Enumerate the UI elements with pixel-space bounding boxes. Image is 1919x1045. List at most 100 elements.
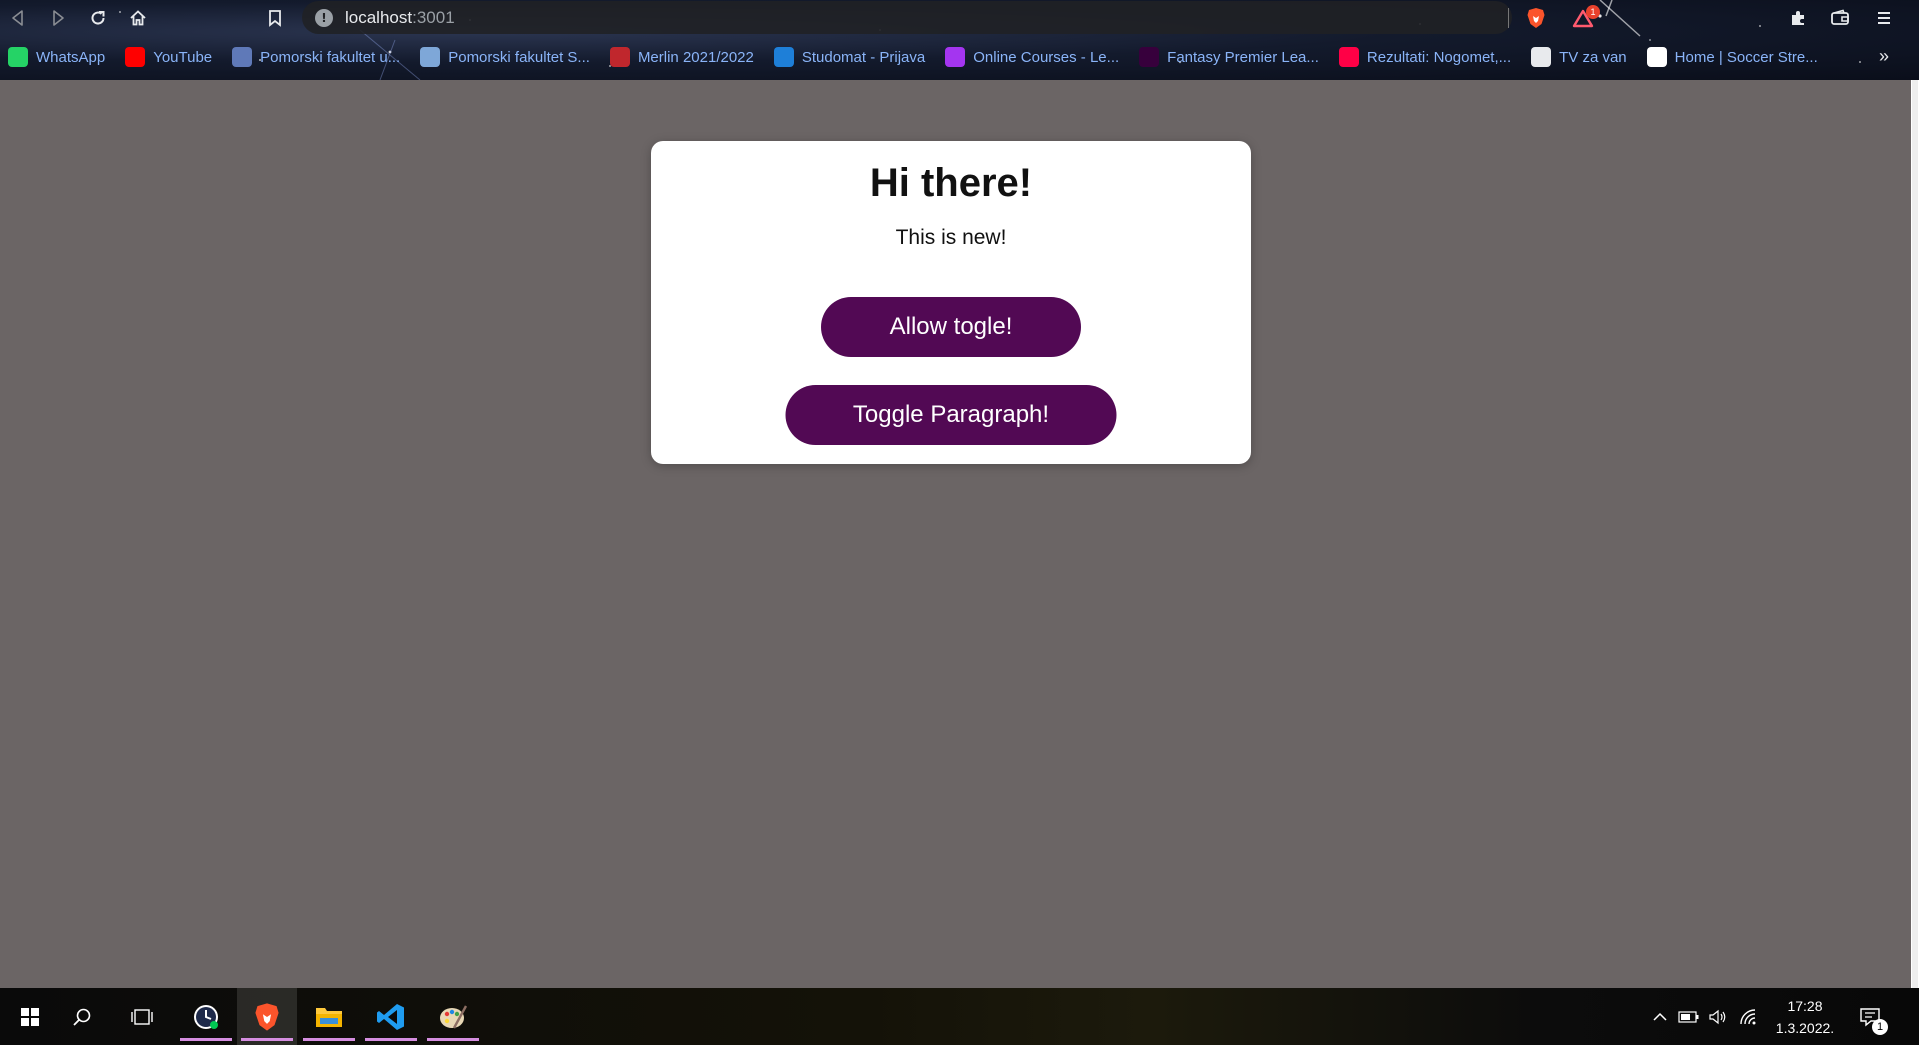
premier-league-icon bbox=[1139, 47, 1160, 67]
windows-taskbar: 17:28 1.3.2022. 1 bbox=[0, 988, 1919, 1045]
site-info-icon[interactable]: ! bbox=[315, 8, 333, 27]
address-bar-divider bbox=[1508, 8, 1509, 28]
running-indicator bbox=[365, 1038, 417, 1041]
bookmark-item[interactable]: Studomat - Prijava bbox=[773, 47, 926, 67]
wifi-icon bbox=[1740, 1008, 1756, 1024]
wallet-button[interactable] bbox=[1826, 4, 1854, 32]
bookmarks-overflow-button[interactable]: » bbox=[1879, 46, 1889, 67]
browser-toolbar: ! localhost:3001 1 bbox=[0, 0, 1919, 36]
extensions-button[interactable] bbox=[1784, 4, 1812, 32]
globe-icon bbox=[420, 47, 441, 67]
folder-icon bbox=[316, 1007, 342, 1027]
main-menu-button[interactable] bbox=[1870, 4, 1898, 32]
youtube-icon bbox=[125, 47, 146, 67]
chevron-up-icon bbox=[1653, 1012, 1667, 1021]
running-indicator bbox=[427, 1038, 479, 1041]
bookmark-label: Merlin 2021/2022 bbox=[637, 48, 754, 66]
allow-toggle-button[interactable]: Allow togle! bbox=[821, 297, 1081, 357]
battery-button[interactable] bbox=[1674, 1010, 1704, 1023]
home-button[interactable] bbox=[124, 4, 152, 32]
windows-logo-icon bbox=[21, 1007, 39, 1026]
reload-icon bbox=[91, 11, 105, 25]
vscode-icon bbox=[377, 1003, 404, 1030]
bookmark-item[interactable]: Home | Soccer Stre... bbox=[1646, 47, 1818, 67]
bookmark-label: Rezultati: Nogomet,... bbox=[1366, 48, 1512, 66]
volume-button[interactable] bbox=[1704, 1009, 1732, 1025]
clock-time: 17:28 bbox=[1787, 998, 1823, 1014]
clock-app-icon bbox=[194, 1004, 218, 1029]
udemy-icon bbox=[945, 47, 966, 67]
network-button[interactable] bbox=[1732, 1008, 1766, 1026]
faculty-icon bbox=[232, 47, 253, 67]
wallet-icon bbox=[1831, 9, 1849, 25]
brave-rewards-button[interactable]: 1 bbox=[1566, 4, 1600, 32]
bookmark-item[interactable]: YouTube bbox=[125, 47, 212, 67]
taskbar-app-explorer[interactable] bbox=[299, 988, 359, 1045]
running-indicator bbox=[241, 1038, 293, 1041]
taskbar-app-brave[interactable] bbox=[237, 988, 297, 1045]
bookmark-label: TV za van bbox=[1559, 48, 1627, 66]
rewards-badge: 1 bbox=[1586, 5, 1600, 19]
running-indicator bbox=[180, 1038, 232, 1041]
bookmark-label: Home | Soccer Stre... bbox=[1674, 48, 1818, 66]
rezultati-icon bbox=[1338, 47, 1359, 67]
address-bar[interactable]: ! localhost:3001 bbox=[302, 1, 1512, 34]
bookmark-label: Pomorski fakultet S... bbox=[448, 48, 590, 66]
bookmark-label: Studomat - Prijava bbox=[801, 48, 926, 66]
studomat-icon bbox=[773, 47, 794, 67]
home-icon bbox=[130, 10, 146, 26]
page-title: Hi there! bbox=[869, 161, 1033, 205]
back-button[interactable] bbox=[4, 4, 32, 32]
bookmark-item[interactable]: WhatsApp bbox=[8, 47, 105, 67]
hamburger-menu-icon bbox=[1878, 12, 1890, 24]
tv-globe-icon bbox=[1531, 47, 1552, 67]
taskbar-app-clock[interactable] bbox=[176, 988, 236, 1045]
whatsapp-icon bbox=[8, 47, 28, 67]
bookmark-item[interactable]: TV za van bbox=[1531, 47, 1627, 67]
brave-shields-button[interactable] bbox=[1522, 4, 1550, 32]
speaker-icon bbox=[1709, 1009, 1726, 1024]
puzzle-icon bbox=[1792, 11, 1804, 25]
bookmark-item[interactable]: Pomorski fakultet S... bbox=[420, 47, 590, 67]
bookmark-label: WhatsApp bbox=[36, 48, 106, 66]
bookmark-item[interactable]: Rezultati: Nogomet,... bbox=[1338, 47, 1512, 67]
task-view-button[interactable] bbox=[112, 988, 172, 1045]
taskbar-app-paint[interactable] bbox=[423, 988, 483, 1045]
bookmark-item[interactable]: Merlin 2021/2022 bbox=[609, 47, 754, 67]
scrollbar-thumb[interactable] bbox=[1912, 80, 1918, 988]
bookmark-item[interactable]: Pomorski fakultet u... bbox=[232, 47, 400, 67]
notification-count-badge: 1 bbox=[1872, 1019, 1888, 1035]
url-text[interactable]: localhost:3001 bbox=[345, 8, 455, 28]
taskbar-clock[interactable]: 17:28 1.3.2022. bbox=[1770, 995, 1840, 1039]
system-tray bbox=[1646, 988, 1766, 1045]
clock-date: 1.3.2022. bbox=[1775, 1020, 1835, 1036]
merlin-icon bbox=[609, 47, 630, 67]
browser-chrome: ! localhost:3001 1 WhatsApp YouTube Pomors… bbox=[0, 0, 1919, 80]
forward-button[interactable] bbox=[44, 4, 72, 32]
search-button[interactable] bbox=[52, 988, 112, 1045]
battery-icon bbox=[1678, 1010, 1699, 1023]
show-hidden-icons-button[interactable] bbox=[1646, 1012, 1674, 1022]
brave-browser-icon bbox=[255, 1002, 279, 1031]
bookmark-label: YouTube bbox=[153, 48, 213, 66]
search-icon bbox=[73, 1008, 91, 1026]
start-button[interactable] bbox=[0, 988, 60, 1045]
back-arrow-icon bbox=[12, 10, 23, 26]
toggle-paragraph-button[interactable]: Toggle Paragraph! bbox=[785, 385, 1117, 445]
url-port: :3001 bbox=[412, 7, 455, 27]
reload-button[interactable] bbox=[84, 4, 112, 32]
running-indicator bbox=[303, 1038, 355, 1041]
action-center-button[interactable]: 1 bbox=[1844, 988, 1896, 1045]
taskbar-app-vscode[interactable] bbox=[361, 988, 421, 1045]
bookmark-page-button[interactable] bbox=[261, 4, 289, 32]
brave-lion-icon bbox=[1527, 8, 1545, 28]
app-card: Hi there! This is new! Allow togle! Togg… bbox=[651, 141, 1251, 464]
bookmark-label: Fantasy Premier Lea... bbox=[1167, 48, 1319, 66]
bookmark-icon bbox=[269, 10, 281, 27]
bookmark-item[interactable]: Online Courses - Le... bbox=[945, 47, 1119, 67]
page-scrollbar[interactable] bbox=[1911, 80, 1919, 988]
paint-palette-icon bbox=[440, 1004, 468, 1029]
bookmark-label: Online Courses - Le... bbox=[973, 48, 1120, 66]
url-host: localhost bbox=[345, 7, 413, 27]
bookmark-item[interactable]: Fantasy Premier Lea... bbox=[1139, 47, 1319, 67]
